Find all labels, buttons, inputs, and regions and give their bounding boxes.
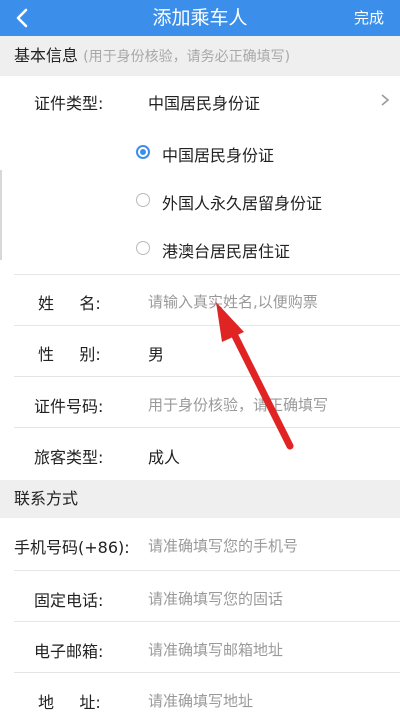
mobile-input[interactable]: 请准确填写您的手机号	[148, 535, 298, 556]
name-row[interactable]: 姓 名: 请输入真实姓名,以便购票	[0, 275, 400, 325]
mobile-label: 手机号码(+86):	[14, 538, 130, 557]
radio-unselected-icon[interactable]	[136, 241, 150, 255]
id-type-label: 证件类型:	[34, 94, 104, 113]
phone-input[interactable]: 请准确填写您的固话	[148, 588, 283, 609]
passenger-type-row[interactable]: 旅客类型: 成人	[0, 428, 400, 480]
passenger-type-value: 成人	[148, 448, 181, 467]
section-basic-info: 基本信息 (用于身份核验，请务必正确填写)	[0, 36, 400, 76]
radio-selected-icon[interactable]	[136, 145, 150, 159]
id-option-label: 中国居民身份证	[162, 146, 275, 165]
id-option-label: 外国人永久居留身份证	[162, 194, 323, 213]
mobile-row[interactable]: 手机号码(+86): 请准确填写您的手机号	[0, 518, 400, 570]
id-number-input[interactable]: 用于身份核验，请正确填写	[148, 394, 328, 415]
done-button[interactable]: 完成	[354, 0, 384, 36]
section-title: 基本信息	[14, 46, 79, 65]
id-number-label: 证件号码:	[34, 397, 104, 416]
phone-label: 固定电话:	[34, 591, 104, 610]
email-label: 电子邮箱:	[34, 642, 104, 661]
gender-value: 男	[148, 345, 165, 364]
address-label: 地 址:	[38, 693, 101, 712]
email-row[interactable]: 电子邮箱: 请准确填写邮箱地址	[0, 622, 400, 672]
gender-row[interactable]: 性 别: 男	[0, 326, 400, 376]
gender-label: 性 别:	[38, 345, 101, 364]
address-row[interactable]: 地 址: 请准确填写地址	[0, 673, 400, 725]
nav-bar: 添加乘车人 完成	[0, 0, 400, 36]
radio-unselected-icon[interactable]	[136, 193, 150, 207]
phone-row[interactable]: 固定电话: 请准确填写您的固话	[0, 571, 400, 621]
name-input[interactable]: 请输入真实姓名,以便购票	[148, 291, 318, 312]
name-label: 姓 名:	[38, 294, 101, 313]
section-contact: 联系方式	[0, 480, 400, 518]
id-type-value: 中国居民身份证	[148, 94, 261, 113]
passenger-type-label: 旅客类型:	[34, 448, 104, 467]
page-title: 添加乘车人	[152, 7, 248, 29]
id-option-cn[interactable]: 中国居民身份证	[0, 128, 400, 176]
id-option-label: 港澳台居民居住证	[162, 242, 291, 261]
id-option-foreign[interactable]: 外国人永久居留身份证	[0, 176, 400, 224]
id-number-row[interactable]: 证件号码: 用于身份核验，请正确填写	[0, 377, 400, 427]
id-option-hkmt[interactable]: 港澳台居民居住证	[0, 224, 400, 272]
address-input[interactable]: 请准确填写地址	[148, 690, 253, 711]
email-input[interactable]: 请准确填写邮箱地址	[148, 639, 283, 660]
id-type-row[interactable]: 证件类型: 中国居民身份证	[0, 76, 400, 124]
section-title: 联系方式	[14, 489, 79, 508]
section-hint: (用于身份核验，请务必正确填写)	[83, 49, 291, 65]
left-edge-bar	[0, 170, 2, 260]
chevron-right-icon	[381, 94, 390, 106]
